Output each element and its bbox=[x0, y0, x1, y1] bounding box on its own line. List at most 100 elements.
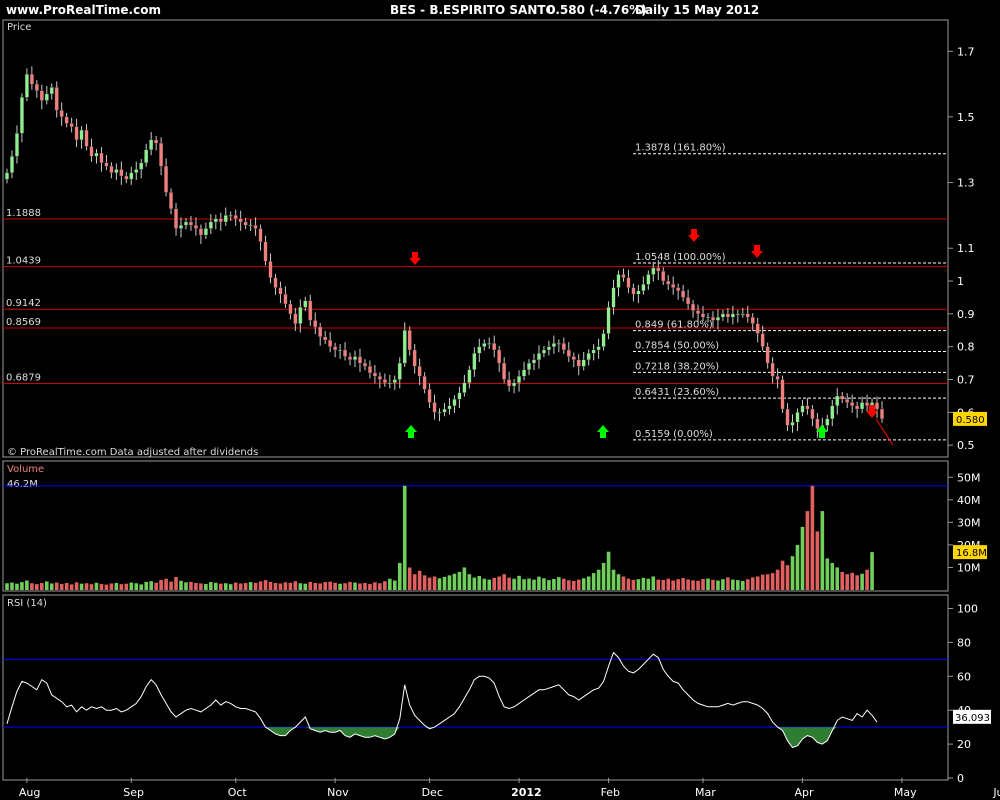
volume-bar bbox=[204, 583, 208, 590]
candle-body bbox=[676, 287, 681, 292]
volume-bar bbox=[820, 511, 825, 590]
x-tick-label: Apr bbox=[794, 786, 814, 799]
candle-body bbox=[343, 349, 348, 357]
candle-body bbox=[169, 192, 174, 209]
candle-body bbox=[750, 316, 755, 324]
volume-bar bbox=[532, 579, 536, 590]
candle-body bbox=[815, 418, 820, 429]
candle-body bbox=[706, 316, 710, 319]
volume-bar bbox=[353, 582, 357, 590]
candle-body bbox=[39, 90, 44, 101]
volume-bar bbox=[109, 583, 114, 590]
candle-body bbox=[591, 349, 596, 354]
volume-bar bbox=[492, 577, 497, 590]
candle-body bbox=[666, 280, 671, 285]
candle-body bbox=[636, 290, 641, 295]
volume-bar bbox=[79, 583, 84, 590]
price-footnote: © ProRealTime.com Data adjusted after di… bbox=[7, 447, 258, 458]
candle-body bbox=[720, 313, 725, 318]
candle-body bbox=[44, 93, 49, 101]
candle-body bbox=[517, 376, 522, 383]
candle-body bbox=[646, 274, 651, 285]
candle-body bbox=[462, 382, 467, 393]
fib-label-1: 1.0548 (100.00%) bbox=[635, 252, 726, 263]
volume-bar bbox=[785, 565, 790, 590]
candle-body bbox=[69, 123, 74, 127]
volume-bar bbox=[701, 578, 705, 590]
candle-body bbox=[527, 362, 531, 370]
candle-body bbox=[308, 300, 313, 321]
volume-bar bbox=[228, 584, 233, 590]
volume-bar bbox=[243, 583, 248, 590]
candle-body bbox=[258, 228, 263, 242]
candle-body bbox=[278, 287, 283, 295]
volume-bar bbox=[64, 583, 69, 590]
candle-body bbox=[482, 343, 487, 347]
candle-body bbox=[328, 339, 333, 347]
candle-body bbox=[174, 208, 178, 229]
volume-bar bbox=[800, 526, 805, 590]
volume-bar bbox=[815, 531, 820, 590]
resistance-label-1: 1.0439 bbox=[6, 256, 41, 267]
volume-bar bbox=[59, 583, 64, 590]
candle-body bbox=[114, 169, 119, 173]
x-tick-label: Aug bbox=[19, 786, 40, 799]
candle-body bbox=[333, 346, 338, 351]
candle-body bbox=[149, 139, 154, 150]
rsi-tick-label: 20 bbox=[957, 738, 971, 751]
candle-body bbox=[427, 389, 432, 403]
volume-last-badge: 16.8M bbox=[956, 548, 987, 559]
volume-bar bbox=[238, 583, 243, 590]
last-price-label: 0.580 (-4.76%) bbox=[547, 3, 647, 17]
volume-bar bbox=[721, 579, 725, 590]
volume-bar bbox=[755, 576, 760, 590]
volume-bar bbox=[149, 581, 153, 590]
volume-bar bbox=[457, 571, 462, 590]
x-tick-label: Mar bbox=[695, 786, 716, 799]
candle-body bbox=[263, 241, 268, 262]
candle-body bbox=[273, 277, 278, 288]
candle-body bbox=[492, 343, 497, 351]
candle-body bbox=[303, 300, 308, 308]
candle-body bbox=[377, 376, 382, 380]
candle-body bbox=[691, 303, 696, 311]
price-tick-label: 0.9 bbox=[957, 308, 975, 321]
candle-body bbox=[785, 408, 790, 426]
resistance-label-2: 0.9142 bbox=[6, 298, 41, 309]
volume-bar bbox=[378, 583, 382, 590]
volume-bar bbox=[94, 582, 99, 590]
candle-body bbox=[253, 225, 258, 229]
volume-bar bbox=[293, 581, 298, 590]
candle-body bbox=[89, 146, 94, 157]
site-label[interactable]: www.ProRealTime.com bbox=[6, 3, 161, 17]
volume-bar bbox=[805, 511, 810, 590]
volume-bar bbox=[114, 583, 119, 590]
candle-body bbox=[760, 333, 765, 347]
fib-label-3: 0.7854 (50.00%) bbox=[635, 340, 719, 351]
candle-body bbox=[855, 405, 860, 410]
volume-bar bbox=[392, 580, 397, 590]
volume-bar bbox=[144, 581, 149, 590]
volume-bar bbox=[447, 575, 452, 590]
candle-body bbox=[830, 405, 835, 420]
candle-body bbox=[686, 297, 691, 305]
volume-bar bbox=[10, 582, 14, 590]
candle-body bbox=[387, 382, 392, 384]
chart-window: www.ProRealTime.com BES - B.ESPIRITO SAN… bbox=[0, 0, 1000, 800]
price-tick-label: 0.7 bbox=[957, 374, 975, 387]
volume-bar bbox=[273, 583, 278, 590]
volume-bar bbox=[855, 575, 859, 590]
candle-body bbox=[238, 218, 243, 223]
volume-bar bbox=[542, 578, 546, 590]
volume-bar bbox=[54, 582, 59, 590]
candle-body bbox=[99, 152, 104, 164]
candle-body bbox=[442, 408, 447, 413]
candle-body bbox=[129, 172, 134, 180]
volume-bar bbox=[129, 582, 134, 590]
volume-bar bbox=[218, 583, 223, 590]
candle-body bbox=[537, 353, 541, 360]
rsi-tick-label: 60 bbox=[957, 670, 971, 683]
candle-body bbox=[422, 376, 427, 390]
volume-bar bbox=[681, 578, 685, 590]
volume-bar bbox=[765, 574, 770, 590]
